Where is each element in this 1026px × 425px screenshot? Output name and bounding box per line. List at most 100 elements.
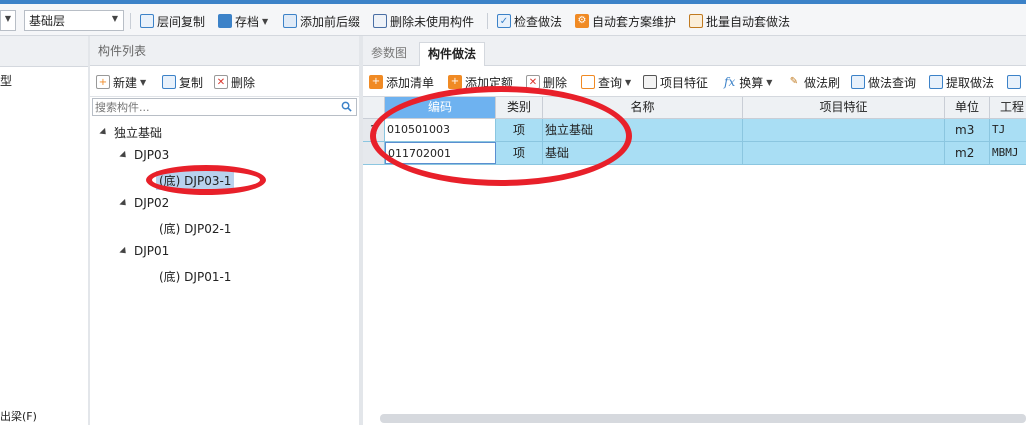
- tree-node-group[interactable]: DJP02: [119, 196, 169, 210]
- floor-select[interactable]: 基础层 ▼: [24, 10, 124, 31]
- tree-node-group[interactable]: DJP03: [119, 148, 169, 162]
- delete-row-button[interactable]: ✕ 删除: [526, 73, 567, 91]
- component-list-toolbar: + 新建 ▼ 复制 ✕ 删除: [90, 66, 359, 97]
- expand-triangle-icon[interactable]: [119, 198, 129, 208]
- more-icon: [1007, 75, 1021, 89]
- tree-node-leaf[interactable]: (底) DJP02-1: [159, 220, 231, 237]
- copy-between-floors-button[interactable]: 层间复制: [140, 12, 205, 30]
- feature-cell[interactable]: [743, 142, 945, 164]
- delete-component-button[interactable]: ✕ 删除: [214, 73, 255, 91]
- chevron-down-icon: ▼: [262, 16, 269, 26]
- code-cell[interactable]: 011702001: [385, 142, 496, 164]
- header-category[interactable]: 类别: [496, 97, 543, 118]
- table-row[interactable]: 1 010501003 项 独立基础 m3 TJ: [363, 119, 1026, 142]
- item-feature-button[interactable]: 项目特征: [643, 73, 708, 91]
- component-list-title: 构件列表: [90, 36, 359, 66]
- expression-cell[interactable]: TJ: [990, 119, 1026, 141]
- method-panel: 参数图 构件做法 + 添加清单 + 添加定额 ✕ 删除 查询 ▼ 项目特征 fx…: [363, 36, 1026, 425]
- convert-button[interactable]: fx 换算 ▼: [724, 73, 772, 91]
- copy-component-button[interactable]: 复制: [162, 73, 203, 91]
- more-tools-icon[interactable]: [1007, 73, 1024, 91]
- chevron-down-icon: ▼: [111, 14, 118, 23]
- delete-icon: ✕: [214, 75, 228, 89]
- new-component-button[interactable]: + 新建 ▼: [96, 73, 146, 91]
- new-icon: +: [96, 75, 110, 89]
- component-search-field[interactable]: [92, 98, 357, 116]
- header-rownum: [363, 97, 385, 118]
- delete-icon: ✕: [526, 75, 540, 89]
- brush-icon: ✎: [789, 76, 799, 87]
- name-cell[interactable]: 基础: [543, 142, 743, 164]
- archive-icon: [218, 14, 232, 28]
- tab-component-method[interactable]: 构件做法: [419, 42, 486, 66]
- expand-triangle-icon[interactable]: [119, 150, 129, 160]
- extract-icon: [929, 75, 943, 89]
- auto-scheme-maintain-button[interactable]: ⚙ 自动套方案维护: [575, 12, 676, 30]
- unit-cell[interactable]: m3: [945, 119, 990, 141]
- tree-node-leaf-selected[interactable]: (底) DJP03-1: [156, 171, 235, 190]
- left-panel-header: [0, 36, 88, 67]
- main-toolbar: ▼ 基础层 ▼ 层间复制 存档 ▼ 添加前后缀 删除未使用构件 ✓ 检查做法 ⚙…: [0, 4, 1026, 36]
- tree-node-group[interactable]: DJP01: [119, 244, 169, 258]
- search-input[interactable]: [93, 99, 335, 115]
- category-cell[interactable]: 项: [496, 142, 543, 164]
- row-number: [363, 142, 385, 164]
- delete-unused-button[interactable]: 删除未使用构件: [373, 12, 474, 30]
- header-expression[interactable]: 工程: [990, 97, 1026, 118]
- chevron-down-icon: ▼: [140, 77, 147, 87]
- method-query-icon: [851, 75, 865, 89]
- tab-parameter-diagram[interactable]: 参数图: [363, 42, 415, 66]
- toolbar-divider: [487, 13, 488, 29]
- add-list-icon: +: [369, 75, 383, 89]
- horizontal-scrollbar[interactable]: [380, 414, 1026, 423]
- query-button[interactable]: 查询 ▼: [581, 73, 631, 91]
- batch-icon: [689, 14, 703, 28]
- tree-node-root[interactable]: 独立基础: [99, 124, 162, 141]
- table-row[interactable]: 011702001 项 基础 m2 MBMJ: [363, 142, 1026, 165]
- row-number: 1: [363, 119, 385, 141]
- chevron-down-icon: ▼: [625, 77, 632, 87]
- add-quota-button[interactable]: + 添加定额: [448, 73, 513, 91]
- left-panel: 型 出梁(F): [0, 36, 89, 425]
- check-method-button[interactable]: ✓ 检查做法: [497, 12, 562, 30]
- copy-floors-icon: [140, 14, 154, 28]
- add-list-button[interactable]: + 添加清单: [369, 73, 434, 91]
- query-icon: [581, 75, 595, 89]
- prefix-suffix-icon: [283, 14, 297, 28]
- delete-list-icon: [373, 14, 387, 28]
- expand-triangle-icon[interactable]: [119, 246, 129, 256]
- toolbar-divider: [130, 13, 131, 29]
- header-unit[interactable]: 单位: [945, 97, 990, 118]
- save-archive-button[interactable]: 存档 ▼: [218, 12, 268, 30]
- code-cell[interactable]: 010501003: [385, 119, 496, 141]
- method-query-button[interactable]: 做法查询: [851, 73, 916, 91]
- gear-icon: ⚙: [575, 14, 589, 28]
- copy-icon: [162, 75, 176, 89]
- header-name[interactable]: 名称: [543, 97, 743, 118]
- method-toolbar: + 添加清单 + 添加定额 ✕ 删除 查询 ▼ 项目特征 fx 换算 ▼ ✎ 做…: [363, 66, 1026, 97]
- add-prefix-suffix-button[interactable]: 添加前后缀: [283, 12, 360, 30]
- component-list-panel: 构件列表 + 新建 ▼ 复制 ✕ 删除 独立基础 DJP03 (底) DJP03…: [90, 36, 360, 425]
- header-code[interactable]: 编码: [385, 97, 496, 118]
- method-brush-button[interactable]: ✎ 做法刷: [787, 73, 840, 91]
- component-type-select[interactable]: ▼: [0, 10, 16, 31]
- check-icon: ✓: [497, 14, 511, 28]
- feature-icon: [643, 75, 657, 89]
- left-panel-item[interactable]: 型: [0, 72, 12, 89]
- batch-auto-method-button[interactable]: 批量自动套做法: [689, 12, 790, 30]
- grid-header-row: 编码 类别 名称 项目特征 单位 工程: [363, 97, 1026, 119]
- add-quota-icon: +: [448, 75, 462, 89]
- expression-cell[interactable]: MBMJ: [990, 142, 1026, 164]
- tree-node-leaf[interactable]: (底) DJP01-1: [159, 268, 231, 285]
- name-cell[interactable]: 独立基础: [543, 119, 743, 141]
- function-fx-icon: fx: [724, 75, 736, 89]
- category-cell[interactable]: 项: [496, 119, 543, 141]
- header-feature[interactable]: 项目特征: [743, 97, 945, 118]
- chevron-down-icon: ▼: [4, 14, 11, 23]
- unit-cell[interactable]: m2: [945, 142, 990, 164]
- left-panel-item[interactable]: 出梁(F): [0, 408, 37, 424]
- expand-triangle-icon[interactable]: [99, 127, 109, 138]
- extract-method-button[interactable]: 提取做法: [929, 73, 994, 91]
- feature-cell[interactable]: [743, 119, 945, 141]
- search-icon[interactable]: [341, 101, 352, 112]
